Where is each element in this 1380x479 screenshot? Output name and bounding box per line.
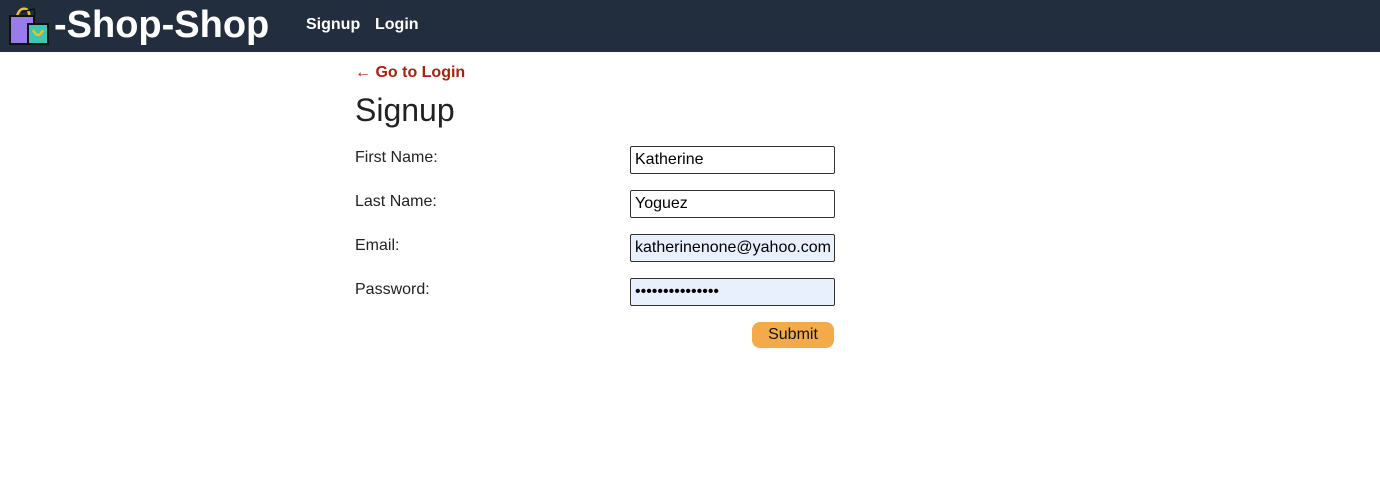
password-field[interactable] <box>630 278 835 306</box>
email-label: Email: <box>355 237 400 254</box>
top-navbar: -Shop-Shop Signup Login <box>0 0 1380 52</box>
last-name-field[interactable] <box>630 190 835 218</box>
last-name-label: Last Name: <box>355 193 437 210</box>
submit-button[interactable]: Submit <box>752 322 834 348</box>
first-name-label: First Name: <box>355 149 438 166</box>
page-title: Signup <box>355 92 455 128</box>
password-label: Password: <box>355 281 430 298</box>
nav-signup-link[interactable]: Signup <box>306 15 360 35</box>
go-to-login-link[interactable]: ← Go to Login <box>355 63 465 83</box>
shopping-bags-icon[interactable] <box>8 6 50 46</box>
email-field[interactable] <box>630 234 835 262</box>
brand-title[interactable]: -Shop-Shop <box>54 2 269 48</box>
first-name-field[interactable] <box>630 146 835 174</box>
nav-login-link[interactable]: Login <box>375 15 419 35</box>
